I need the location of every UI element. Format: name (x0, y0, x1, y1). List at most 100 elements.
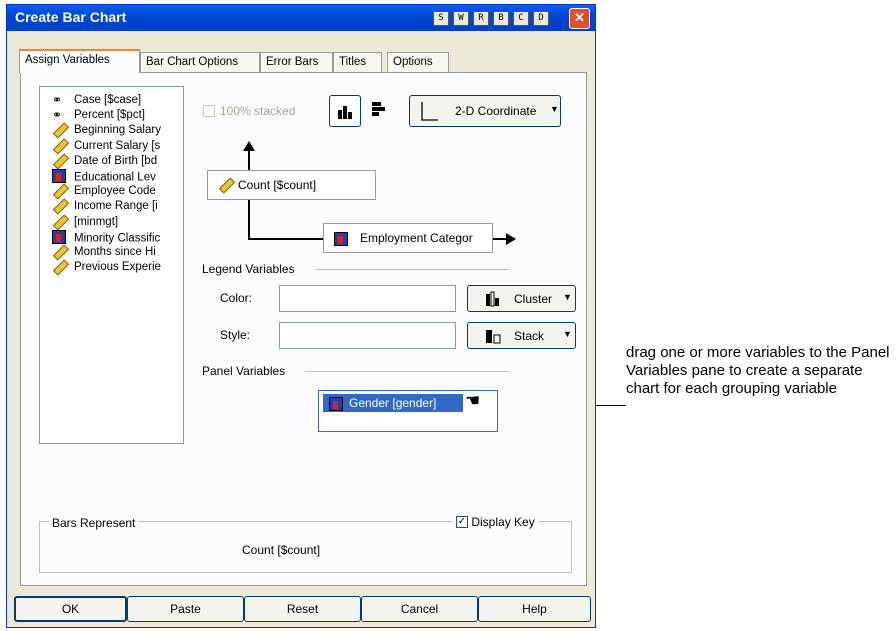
horizontal-bars-icon (372, 102, 385, 116)
legend-divider (316, 269, 509, 270)
ruler-icon (52, 244, 70, 261)
variable-label: Date of Birth [bd (74, 154, 158, 167)
title-button-d[interactable]: D (533, 11, 549, 26)
stacked-checkbox[interactable] (203, 105, 215, 117)
x-axis-connector-horizontal (248, 238, 325, 240)
title-bar[interactable]: Create Bar Chart S W R B C D ✕ (7, 5, 595, 31)
bars-represent-value: Count [$count] (242, 543, 321, 557)
annotation-text: drag one or more variables to the Panel … (626, 344, 890, 397)
ruler-icon (52, 213, 70, 231)
paste-button[interactable]: Paste (127, 596, 244, 622)
panel-variable-item[interactable]: Gender [gender] (323, 394, 463, 412)
vertical-bars-icon (338, 106, 352, 119)
panel-drop-target[interactable]: Gender [gender] ☚ (318, 390, 498, 432)
y-axis-line (248, 150, 250, 172)
ruler-icon (52, 198, 70, 216)
panel-variables-label: Panel Variables (202, 364, 286, 378)
variable-label: Case [$case] (74, 94, 142, 107)
variable-label: Current Salary [s (74, 139, 161, 152)
bars-represent-label: Bars Represent (49, 516, 139, 530)
reset-button[interactable]: Reset (244, 596, 361, 622)
check-icon[interactable]: ✓ (456, 515, 468, 528)
coordinate-axes-icon (421, 102, 438, 121)
list-item[interactable]: Beginning Salary (52, 122, 161, 140)
style-label: Style: (220, 328, 251, 342)
ruler-icon (52, 153, 70, 170)
help-button[interactable]: Help (478, 596, 591, 622)
variable-label: Previous Experie (74, 261, 161, 274)
variable-list[interactable]: ⚭ Case [$case] ⚭ Percent [$pct] Beginning Sa… (39, 86, 184, 444)
x-axis-connector-vertical (248, 200, 250, 240)
coordinate-label: 2-D Coordinate (455, 104, 537, 118)
tab-assign-variables[interactable]: Assign Variables (19, 49, 140, 73)
title-button-s[interactable]: S (433, 11, 449, 26)
title-button-w[interactable]: W (453, 11, 469, 26)
color-label: Color: (220, 291, 253, 305)
cluster-icon (486, 291, 499, 307)
title-button-b[interactable]: B (493, 11, 509, 26)
list-item[interactable]: Employee Code (52, 183, 156, 200)
legend-variables-label: Legend Variables (202, 262, 295, 276)
scale-icon: ⚭ (52, 108, 63, 123)
ruler-icon (52, 137, 70, 155)
tab-error-bars[interactable]: Error Bars (260, 52, 333, 72)
stack-dropdown[interactable]: Stack ▼ (467, 322, 576, 349)
list-item[interactable]: Months since Hi (52, 244, 156, 261)
variable-label: Months since Hi (74, 246, 156, 259)
variable-label: [minmgt] (74, 215, 119, 228)
list-item[interactable]: Current Salary [s (52, 137, 161, 155)
cluster-dropdown[interactable]: Cluster ▼ (467, 285, 576, 312)
variable-label: Educational Lev (74, 171, 156, 184)
coordinate-dropdown[interactable]: 2-D Coordinate ▼ (409, 95, 561, 127)
tab-titles[interactable]: Titles (333, 52, 382, 72)
hand-cursor-icon: ☚ (465, 391, 481, 410)
list-item[interactable]: Educational Lev (52, 169, 156, 184)
close-button[interactable]: ✕ (569, 8, 590, 29)
y-axis-drop-target[interactable]: Count [$count] (207, 170, 376, 200)
x-axis-variable: Employment Categor (360, 231, 473, 245)
stack-icon (486, 330, 501, 344)
horizontal-bars-button[interactable] (364, 95, 396, 127)
tab-options[interactable]: Options (387, 52, 449, 72)
right-arrow-icon (506, 233, 516, 245)
variable-label: Percent [$pct] (74, 109, 145, 122)
y-axis-variable: Count [$count] (238, 178, 317, 192)
list-item[interactable]: Minority Classific (52, 229, 161, 245)
vertical-bars-button[interactable] (329, 95, 361, 127)
stacked-label: 100% stacked (220, 104, 296, 118)
list-item[interactable]: Date of Birth [bd (52, 153, 158, 170)
cluster-label: Cluster (514, 292, 553, 306)
ruler-icon (52, 259, 70, 276)
stack-label: Stack (514, 329, 545, 343)
display-key-checkbox-group[interactable]: ✓ Display Key (453, 514, 539, 530)
x-axis-drop-target[interactable]: Employment Categor (323, 223, 493, 253)
variable-label: Income Range [i (74, 200, 158, 213)
chevron-down-icon: ▼ (563, 292, 572, 302)
ok-button[interactable]: OK (14, 596, 127, 622)
close-icon: ✕ (574, 10, 585, 25)
ruler-icon (52, 122, 70, 140)
list-item[interactable]: Previous Experie (52, 259, 161, 276)
display-key-label: Display Key (471, 514, 535, 529)
chevron-down-icon: ▼ (563, 329, 572, 339)
variable-label: Employee Code (74, 185, 156, 198)
list-item[interactable]: Income Range [i (52, 198, 158, 216)
nominal-icon (329, 397, 343, 411)
panel-variable-label: Gender [gender] (349, 396, 437, 410)
tab-bar-chart-options[interactable]: Bar Chart Options (140, 52, 260, 72)
variable-label: Minority Classific (74, 232, 161, 245)
list-item[interactable]: ⚭ Percent [$pct] (52, 108, 145, 123)
style-field[interactable] (279, 322, 456, 349)
title-button-r[interactable]: R (473, 11, 489, 26)
nominal-icon (334, 232, 348, 246)
ruler-icon (218, 177, 236, 194)
ruler-icon (52, 183, 70, 200)
scale-icon: ⚭ (52, 93, 63, 107)
title-button-c[interactable]: C (513, 11, 529, 26)
variable-label: Beginning Salary (74, 124, 161, 137)
window-title: Create Bar Chart (15, 9, 127, 25)
color-field[interactable] (279, 285, 456, 312)
cancel-button[interactable]: Cancel (361, 596, 478, 622)
list-item[interactable]: ⚭ Case [$case] (52, 93, 141, 108)
list-item[interactable]: [minmgt] (52, 213, 119, 231)
